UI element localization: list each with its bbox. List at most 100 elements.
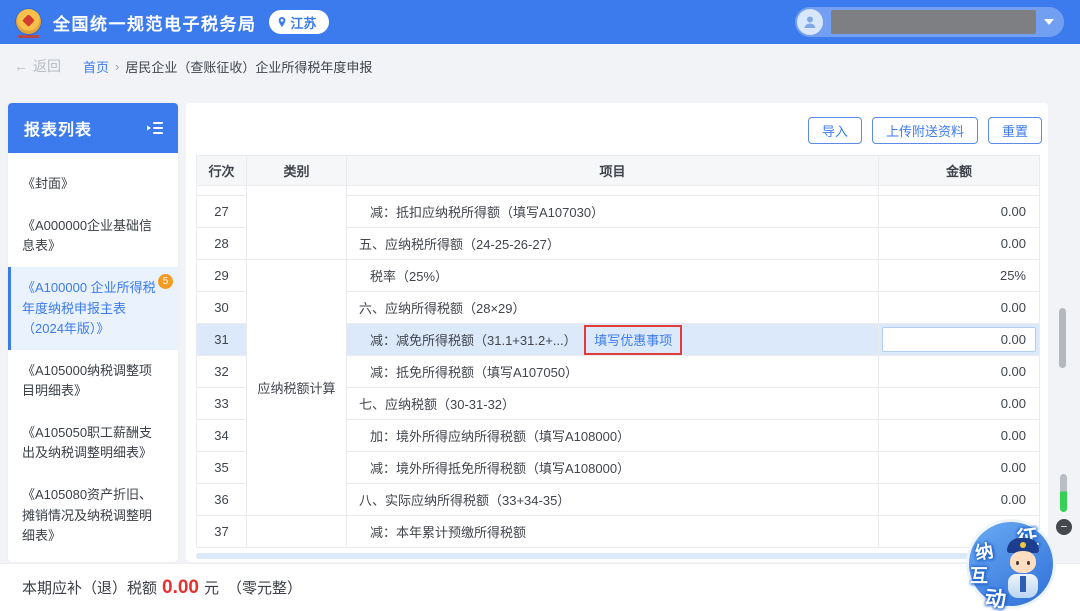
line-no: 31 — [197, 324, 247, 356]
item-label: 五、应纳税所得额（24-25-26-27） — [347, 228, 879, 260]
col-header-amount: 金额 — [879, 156, 1040, 186]
redacted-username — [831, 10, 1036, 34]
sidebar-item-label: 《A105080资产折旧、摊销情况及纳税调整明细表》 — [22, 487, 152, 542]
line-no: 33 — [197, 388, 247, 420]
page: 全国统一规范电子税务局 江苏 ← 返回 首页 › 居民企业（查账征收）企业所得税… — [0, 0, 1080, 611]
item-label: 减：境外所得抵免所得税额（填写A108000） — [347, 452, 879, 484]
line-no: 37 — [197, 516, 247, 548]
item-label: 六、应纳所得税额（28×29） — [347, 292, 879, 324]
mascot-widget[interactable]: 征 纳 互 动 — [966, 519, 1056, 609]
item-label: 税率（25%） — [347, 260, 879, 292]
tax-return-table: 行次 类别 项目 金额 27 减：抵扣应纳税所得额（填写A107030） 0.0… — [196, 155, 1040, 548]
vertical-scrollbar-thumb[interactable] — [1059, 308, 1066, 368]
back-button[interactable]: ← 返回 — [14, 56, 61, 76]
sidebar-item-a105000[interactable]: 《A105000纳税调整项目明细表》 — [8, 350, 178, 412]
sidebar-list: 《封面》 《A000000企业基础信息表》 《A100000 企业所得税年度纳税… — [8, 153, 178, 562]
item-label: 七、应纳税额（30-31-32） — [347, 388, 879, 420]
user-account-menu[interactable] — [795, 7, 1064, 37]
breadcrumb: ← 返回 首页 › 居民企业（查账征收）企业所得税年度申报 — [14, 56, 372, 76]
line-no: 32 — [197, 356, 247, 388]
table-scroll-area: 行次 类别 项目 金额 27 减：抵扣应纳税所得额（填写A107030） 0.0… — [196, 155, 1040, 553]
sidebar-item-label: 《A105000纳税调整项目明细表》 — [22, 363, 152, 398]
item-label: 八、实际应纳所得税额（33+34-35） — [347, 484, 879, 516]
reset-button[interactable]: 重置 — [988, 117, 1042, 144]
category-cell: 应纳税额计算 — [247, 260, 347, 516]
sidebar-item-label: 《A000000企业基础信息表》 — [22, 218, 152, 253]
amount-value: 0.00 — [879, 356, 1040, 388]
red-annotation-box: 填写优惠事项 — [584, 325, 682, 355]
fill-preference-link[interactable]: 填写优惠事项 — [594, 333, 672, 348]
amount-value: 0.00 — [879, 196, 1040, 228]
line-no: 29 — [197, 260, 247, 292]
item-label: 减：减免所得税额（31.1+31.2+...） 填写优惠事项 — [347, 324, 879, 356]
amount-value: 0.00 — [879, 292, 1040, 324]
toolbar: 导入 上传附送资料 重置 — [808, 117, 1042, 144]
mascot-char: 互 — [970, 562, 988, 588]
amount-value: 0.00 — [879, 484, 1040, 516]
amount-value: 0.00 — [879, 388, 1040, 420]
amount-value: 0.00 — [879, 228, 1040, 260]
category-cell-empty — [247, 516, 347, 548]
breadcrumb-home-link[interactable]: 首页 — [83, 57, 109, 76]
table-header-row: 行次 类别 项目 金额 — [197, 156, 1040, 186]
result-footer: 本期应补（退）税额 0.00 元 （零元整） — [0, 563, 1080, 611]
line-no: 27 — [197, 196, 247, 228]
back-label: 返回 — [33, 56, 61, 76]
location-badge-label: 江苏 — [291, 13, 317, 32]
collapse-panel-icon[interactable] — [146, 121, 164, 135]
item-label: 加：境外所得应纳所得税额（填写A108000） — [347, 420, 879, 452]
line-no: 28 — [197, 228, 247, 260]
arrow-left-icon: ← — [14, 58, 28, 74]
sidebar-item-label: 《封面》 — [22, 176, 74, 191]
partially-scrolled-row — [197, 186, 1040, 196]
report-list-sidebar: 报表列表 《封面》 《A000000企业基础信息表》 《A100000 企业所得… — [8, 103, 178, 562]
amount-value: 25% — [879, 260, 1040, 292]
payable-amount: 0.00 — [162, 577, 199, 599]
unit-label: 元 — [204, 577, 219, 598]
sidebar-item-cover[interactable]: 《封面》 — [8, 163, 178, 205]
upload-attachments-button[interactable]: 上传附送资料 — [872, 117, 978, 144]
item-text: 减：减免所得税额（31.1+31.2+...） — [370, 333, 577, 348]
sidebar-item-a105050[interactable]: 《A105050职工薪酬支出及纳税调整明细表》 — [8, 412, 178, 474]
amount-input[interactable] — [882, 327, 1036, 352]
line-no: 30 — [197, 292, 247, 324]
table-row: 29 应纳税额计算 税率（25%） 25% — [197, 260, 1040, 292]
payable-label: 本期应补（退）税额 — [22, 577, 157, 598]
sidebar-header: 报表列表 — [8, 103, 178, 153]
col-header-category: 类别 — [247, 156, 347, 186]
breadcrumb-separator: › — [115, 59, 119, 74]
amount-value: 0.00 — [879, 452, 1040, 484]
sidebar-title: 报表列表 — [24, 116, 92, 140]
table-row: 37 减：本年累计预缴所得税额 — [197, 516, 1040, 548]
top-header: 全国统一规范电子税务局 江苏 — [0, 0, 1080, 44]
breadcrumb-current: 居民企业（查账征收）企业所得税年度申报 — [125, 57, 372, 76]
location-badge[interactable]: 江苏 — [269, 10, 329, 34]
horizontal-scrollbar[interactable] — [196, 553, 1040, 559]
col-header-line: 行次 — [197, 156, 247, 186]
progress-meter — [1060, 474, 1067, 512]
sidebar-item-label: 《A100000 企业所得税年度纳税申报主表（2024年版）》 — [22, 280, 156, 335]
chevron-down-icon[interactable] — [1044, 19, 1054, 25]
app-title: 全国统一规范电子税务局 — [53, 10, 257, 35]
line-no: 35 — [197, 452, 247, 484]
national-emblem-logo — [16, 9, 43, 36]
tax-officer-illustration — [1003, 538, 1043, 604]
sidebar-item-a100000-active[interactable]: 《A100000 企业所得税年度纳税申报主表（2024年版）》 5 — [8, 267, 178, 349]
sidebar-item-a000000[interactable]: 《A000000企业基础信息表》 — [8, 205, 178, 267]
col-header-item: 项目 — [347, 156, 879, 186]
item-label: 减：本年累计预缴所得税额 — [347, 516, 879, 548]
location-pin-icon — [277, 17, 287, 27]
import-button[interactable]: 导入 — [808, 117, 862, 144]
amount-cell — [879, 324, 1040, 356]
item-label: 减：抵扣应纳税所得额（填写A107030） — [347, 196, 879, 228]
sidebar-item-a106000[interactable]: 《A106000企业所得税弥补亏损明细表》 — [8, 557, 178, 562]
line-no: 34 — [197, 420, 247, 452]
sidebar-item-label: 《A105050职工薪酬支出及纳税调整明细表》 — [22, 425, 152, 460]
user-avatar-icon — [797, 9, 823, 35]
error-count-badge: 5 — [158, 274, 173, 289]
sidebar-item-a105080[interactable]: 《A105080资产折旧、摊销情况及纳税调整明细表》 — [8, 474, 178, 556]
amount-value: 0.00 — [879, 420, 1040, 452]
main-form-panel: 导入 上传附送资料 重置 行次 类别 项目 金额 — [186, 103, 1048, 562]
minus-icon[interactable]: − — [1056, 519, 1072, 535]
amount-in-words: （零元整） — [227, 577, 302, 598]
